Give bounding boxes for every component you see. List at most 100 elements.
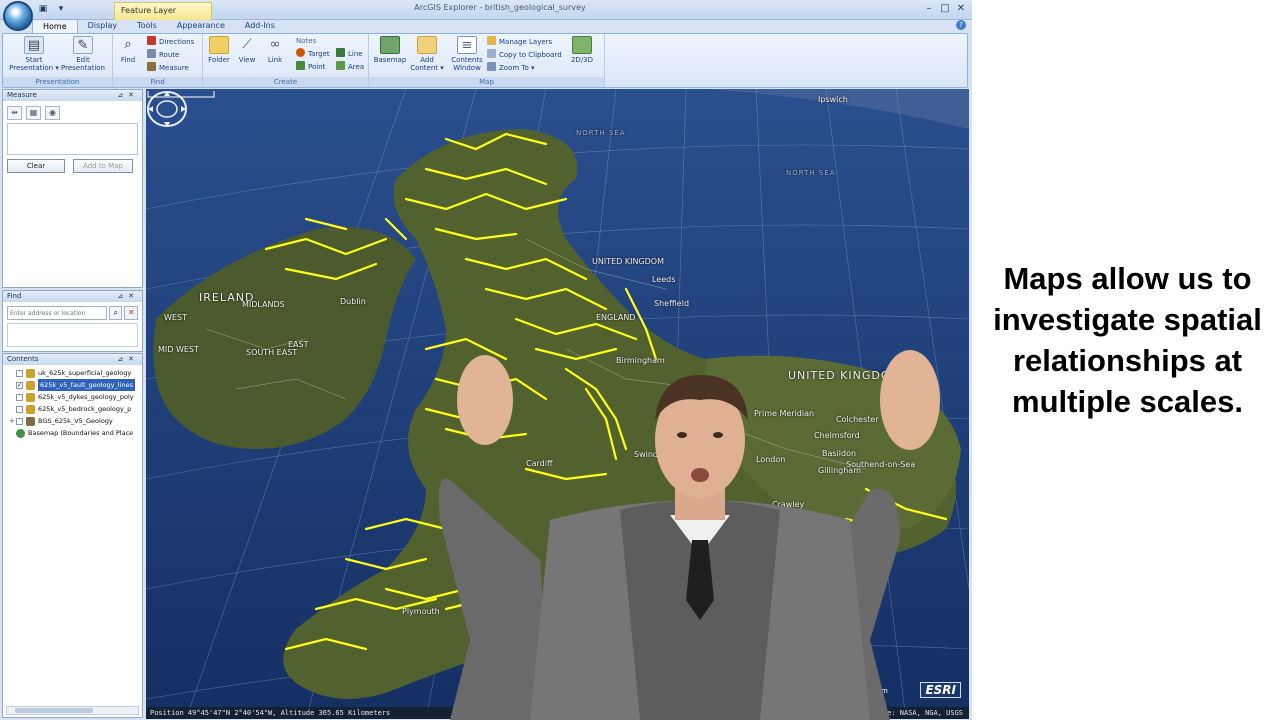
globe-2d-3d-icon — [572, 36, 592, 54]
map-label: Ipswich — [818, 95, 848, 104]
add-content-icon — [417, 36, 437, 54]
horizontal-scrollbar[interactable] — [6, 706, 139, 715]
tab-appearance[interactable]: Appearance — [167, 19, 235, 33]
contents-panel-title: Contents — [7, 355, 39, 363]
measure-panel: Measure ⊿✕ ⇹ ▦ ◉ Clear Add to Map — [2, 89, 143, 288]
layer-checkbox[interactable] — [16, 405, 23, 413]
add-content-button[interactable]: Add Content ▾ — [409, 36, 445, 72]
layer-item[interactable]: + BGS_625k_V5_Geology — [3, 415, 142, 427]
point-label: Point — [308, 63, 326, 71]
group-map: Basemap Add Content ▾ ≡ Contents Window … — [369, 34, 605, 87]
route-icon — [147, 49, 156, 58]
layer-item[interactable]: ✓ 625k_v5_fault_geology_lines — [3, 379, 142, 391]
layer-name: Basemap (Boundaries and Place — [28, 429, 134, 437]
directions-label: Directions — [159, 38, 195, 46]
manage-layers-icon — [487, 36, 496, 45]
maximize-button[interactable]: □ — [938, 2, 952, 16]
panel-pin-close-icon[interactable]: ⊿✕ — [117, 90, 139, 101]
tab-tools[interactable]: Tools — [127, 19, 167, 33]
layer-list: uk_625k_superficial_geology ✓ 625k_v5_fau… — [3, 365, 142, 439]
clear-button[interactable]: Clear — [7, 159, 65, 173]
folder-icon — [209, 36, 229, 54]
view-label: View — [238, 56, 256, 64]
zoom-to-button[interactable]: Zoom To ▾ — [487, 62, 535, 74]
layer-item[interactable]: uk_625k_superficial_geology — [3, 367, 142, 379]
save-icon[interactable]: ▣ — [36, 3, 50, 16]
minimize-button[interactable]: – — [922, 2, 936, 16]
edit-presentation-button[interactable]: ✎ Edit Presentation — [59, 36, 107, 72]
close-button[interactable]: ✕ — [954, 2, 968, 16]
area-icon — [336, 61, 345, 70]
group-label-presentation: Presentation — [3, 77, 112, 87]
context-tab-feature-layer[interactable]: Feature Layer — [114, 2, 212, 20]
measure-icon — [147, 62, 156, 71]
application-menu-button[interactable] — [3, 1, 33, 31]
tab-home[interactable]: Home — [32, 19, 78, 33]
view-mode-button[interactable]: 2D/3D — [567, 36, 597, 64]
folder-button[interactable]: Folder — [206, 36, 232, 64]
link-icon: ∞ — [269, 37, 281, 52]
layer-icon — [26, 404, 35, 414]
area-button[interactable]: Area — [336, 61, 364, 73]
target-button[interactable]: Target — [296, 48, 330, 60]
layer-item[interactable]: 625k_v5_dykes_geology_poly — [3, 391, 142, 403]
map-label: MIDLANDS — [242, 300, 285, 309]
view-mode-label: 2D/3D — [570, 56, 594, 64]
line-button[interactable]: Line — [336, 48, 363, 60]
layer-checkbox[interactable] — [16, 369, 23, 377]
panel-pin-close-icon[interactable]: ⊿✕ — [117, 291, 139, 302]
measure-point-icon[interactable]: ◉ — [45, 106, 60, 120]
directions-button[interactable]: Directions — [147, 36, 194, 48]
layer-icon — [26, 368, 35, 378]
layer-checkbox[interactable]: ✓ — [16, 381, 23, 389]
tab-add-ins[interactable]: Add-Ins — [235, 19, 285, 33]
ribbon-tabs: Home Display Tools Appearance Add-Ins — [32, 19, 285, 33]
scrollbar-thumb[interactable] — [15, 708, 93, 713]
target-icon — [296, 48, 305, 57]
find-button[interactable]: ⌕ Find — [116, 36, 140, 64]
find-panel-header: Find ⊿✕ — [3, 291, 142, 302]
clear-search-icon[interactable]: ✕ — [124, 306, 138, 320]
zoom-to-label: Zoom To ▾ — [499, 64, 535, 72]
copy-clipboard-button[interactable]: Copy to Clipboard — [487, 49, 562, 61]
route-button[interactable]: Route — [147, 49, 179, 61]
expand-icon[interactable]: + — [9, 415, 16, 427]
tab-display[interactable]: Display — [78, 19, 128, 33]
map-label: Dublin — [340, 297, 366, 306]
find-input[interactable] — [7, 306, 107, 320]
panel-pin-close-icon[interactable]: ⊿✕ — [117, 354, 139, 365]
layer-checkbox[interactable] — [16, 417, 23, 425]
measure-tools: ⇹ ▦ ◉ — [3, 101, 142, 120]
notes-label: Notes — [296, 37, 317, 45]
find-panel: Find ⊿✕ ⌕ ✕ — [2, 290, 143, 352]
add-to-map-button[interactable]: Add to Map — [73, 159, 133, 173]
manage-layers-button[interactable]: Manage Layers — [487, 36, 552, 48]
link-button[interactable]: ∞ Link — [262, 36, 288, 64]
contents-panel: Contents ⊿✕ uk_625k_superficial_geology ✓… — [2, 353, 143, 718]
map-label: WEST — [164, 313, 187, 322]
map-label: SOUTH EAST — [246, 348, 298, 357]
layer-checkbox[interactable] — [16, 393, 23, 401]
search-icon[interactable]: ⌕ — [108, 306, 123, 320]
measure-distance-icon[interactable]: ⇹ — [7, 106, 22, 120]
layer-item[interactable]: 625k_v5_bedrock_geology_p — [3, 403, 142, 415]
point-button[interactable]: Point — [296, 61, 325, 73]
edit-presentation-label: Edit Presentation — [61, 56, 105, 72]
basemap-label: Basemap — [373, 56, 407, 64]
layer-name: 625k_v5_fault_geology_lines — [38, 379, 135, 391]
point-icon — [296, 61, 305, 70]
layer-item[interactable]: Basemap (Boundaries and Place — [3, 427, 142, 439]
lecture-caption: Maps allow us to investigate spatial rel… — [993, 261, 1262, 419]
basemap-button[interactable]: Basemap — [373, 36, 407, 64]
start-presentation-button[interactable]: ▤ Start Presentation ▾ — [7, 36, 61, 72]
arcgis-explorer-window: ▣ ▾ Feature Layer ArcGIS Explorer - brit… — [0, 0, 972, 720]
group-label-find: Find — [113, 77, 202, 87]
view-button[interactable]: ⟋ View — [234, 36, 260, 64]
qat-dropdown-icon[interactable]: ▾ — [54, 3, 68, 16]
measure-button[interactable]: Measure — [147, 62, 189, 74]
help-icon[interactable]: ? — [956, 20, 966, 30]
contents-window-button[interactable]: ≡ Contents Window — [449, 36, 485, 72]
folder-label: Folder — [208, 56, 230, 64]
measure-area-icon[interactable]: ▦ — [26, 106, 41, 120]
ribbon: ▤ Start Presentation ▾ ✎ Edit Presentati… — [2, 33, 968, 88]
